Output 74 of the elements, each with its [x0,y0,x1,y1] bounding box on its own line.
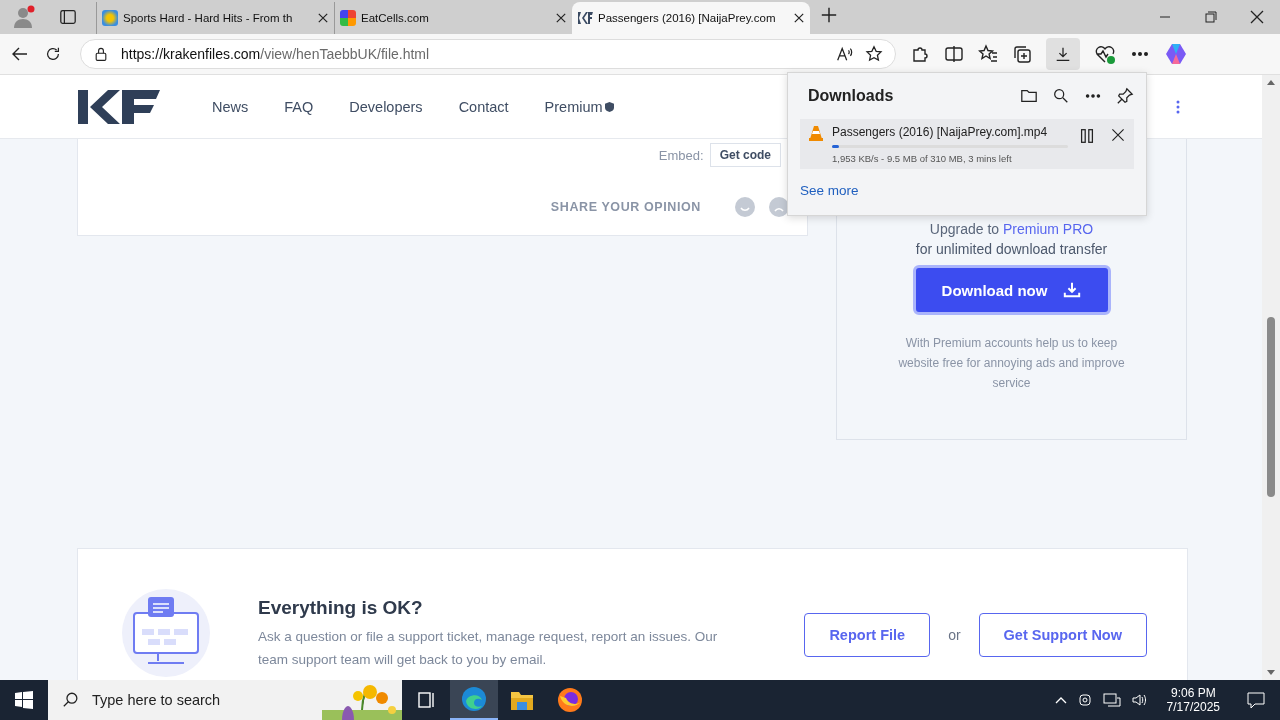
support-text: Ask a question or file a support ticket, manage request, report an issues. Our team support team will get back to you by email. [258,628,719,669]
folder-icon[interactable] [1020,87,1038,105]
tab-favicon [340,10,356,26]
file-name: Passengers (2016) [NaijaPrey.com].mp4 [832,125,1049,139]
menu-icon[interactable] [1176,99,1180,114]
download-status: 1,953 KB/s - 9.5 MB of 310 MB, 3 mins left [832,153,1013,164]
share-opinion-label: SHARE YOUR OPINION [550,200,701,214]
download-icon [1063,281,1082,299]
search-input[interactable]: Type here to search [90,691,274,709]
search-icon [62,691,80,709]
lock-icon [93,46,109,62]
tab-favicon [577,10,593,26]
copilot-icon[interactable] [1164,42,1188,66]
download-subtitle: for unlimited download transfer [915,241,1108,257]
scrollbar-thumb[interactable] [1267,317,1275,497]
read-aloud-icon[interactable] [835,45,853,63]
site-logo[interactable] [78,89,160,124]
firefox-icon[interactable] [557,687,583,713]
profile-icon[interactable] [11,4,37,30]
or-label: or [948,627,961,643]
refresh-icon[interactable] [44,45,62,63]
favorite-icon[interactable] [865,45,883,63]
scroll-up-icon[interactable] [1267,79,1275,85]
edge-icon[interactable] [461,686,487,712]
new-tab-icon[interactable] [820,6,838,24]
embed-label: Embed: [658,147,704,163]
nav-link[interactable]: FAQ [284,98,314,115]
download-now-button[interactable]: Download now [912,265,1111,315]
tab-favicon [102,10,118,26]
extensions-icon[interactable] [910,44,930,64]
split-screen-icon[interactable] [944,44,964,64]
nav-link[interactable]: Contact [458,98,509,115]
windows-icon[interactable] [15,691,33,709]
nav-link[interactable]: Premium [544,98,614,115]
traffic-cone-icon [808,125,824,141]
volume-icon[interactable] [1130,692,1149,708]
browser-tab[interactable]: Passengers (2016) [NaijaPrey.com [572,2,810,34]
get-support-button[interactable]: Get Support Now [978,613,1147,657]
meet-icon[interactable] [1076,692,1093,708]
premium-link[interactable]: Premium PRO [1002,221,1094,237]
see-more-link[interactable]: See more [800,183,859,198]
premium-note: With Premium accounts help us to keep website free for annoying ads and improve service [897,335,1126,392]
support-title: Everything is OK? [258,597,424,619]
pin-icon[interactable] [1116,87,1134,105]
downloads-button[interactable] [1046,38,1080,70]
health-icon[interactable] [1094,43,1116,65]
shield-icon [604,101,614,112]
close-icon[interactable] [1110,127,1126,143]
chevron-up-icon[interactable] [1054,696,1067,704]
report-file-button[interactable]: Report File [804,613,931,657]
nav-link[interactable]: Developers [349,98,423,115]
upgrade-text: Upgrade to Premium PRO [929,221,1094,237]
nav-link[interactable]: News [212,98,249,115]
taskbar-app[interactable] [450,680,498,720]
close-icon[interactable] [317,12,329,24]
download-item[interactable]: Passengers (2016) [NaijaPrey.com].mp4 1,953 KB/s - 9.5 MB of 310 MB, 3 mins left [800,119,1134,169]
network-icon[interactable] [1102,692,1121,708]
scroll-down-icon[interactable] [1267,670,1275,676]
close-icon[interactable] [555,12,567,24]
notifications-icon[interactable] [1246,690,1266,710]
tab-actions-icon[interactable] [59,8,77,26]
download-icon [1054,45,1072,63]
get-code-button[interactable]: Get code [709,143,781,167]
favorites-icon[interactable] [978,44,998,64]
close-icon[interactable] [793,12,805,24]
collections-icon[interactable] [1012,44,1032,64]
folder-icon[interactable] [510,689,534,711]
search-icon[interactable] [1052,87,1070,105]
pause-icon[interactable] [1078,127,1096,145]
clock-date[interactable]: 7/17/2025 [1166,700,1220,714]
task-view-icon[interactable] [416,690,436,710]
address-bar[interactable]: https://krakenfiles.com/view/henTaebbUK/file.html [80,39,896,69]
panel-title: Downloads [807,87,894,105]
clock-time[interactable]: 9:06 PM [1170,686,1216,700]
